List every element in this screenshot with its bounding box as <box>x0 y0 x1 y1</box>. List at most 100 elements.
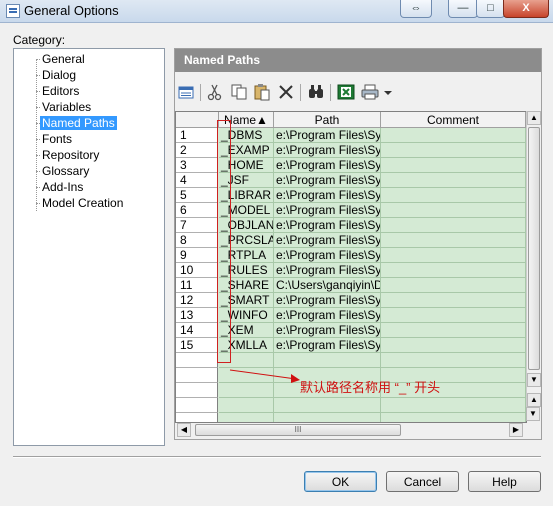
row-number[interactable] <box>176 353 218 368</box>
cell-name[interactable] <box>219 413 274 422</box>
row-number[interactable]: 9 <box>176 248 218 263</box>
row-number[interactable]: 6 <box>176 203 218 218</box>
row-number[interactable] <box>176 398 218 413</box>
row-number[interactable]: 11 <box>176 278 218 293</box>
cell-path[interactable]: e:\Program Files\Syb <box>274 218 381 233</box>
cell-comment[interactable] <box>381 278 526 293</box>
cell-comment[interactable] <box>381 173 526 188</box>
row-number[interactable]: 7 <box>176 218 218 233</box>
delete-icon[interactable] <box>277 83 295 101</box>
cell-path[interactable]: e:\Program Files\Syb <box>274 233 381 248</box>
cell-path[interactable]: e:\Program Files\Syb <box>274 308 381 323</box>
cancel-button[interactable]: Cancel <box>386 471 459 492</box>
scroll-down-button[interactable]: ▼ <box>527 373 541 387</box>
print-icon[interactable] <box>361 83 379 101</box>
cell-comment[interactable] <box>381 293 526 308</box>
category-item[interactable]: Dialog <box>36 68 78 83</box>
cut-icon[interactable] <box>206 83 224 101</box>
scroll-up-button[interactable]: ▲ <box>527 111 541 125</box>
paste-icon[interactable] <box>253 83 271 101</box>
cell-path[interactable]: e:\Program Files\Syb <box>274 143 381 158</box>
maximize-button[interactable]: □ <box>476 0 505 18</box>
excel-export-icon[interactable] <box>337 83 355 101</box>
category-item-label: Repository <box>42 148 100 162</box>
cell-path[interactable] <box>274 413 381 422</box>
row-number[interactable]: 14 <box>176 323 218 338</box>
cell-comment[interactable] <box>381 128 526 143</box>
category-item[interactable]: Named Paths <box>36 116 117 131</box>
scroll-left-button[interactable]: ◀ <box>177 423 191 437</box>
row-number[interactable]: 4 <box>176 173 218 188</box>
cell-comment[interactable] <box>381 263 526 278</box>
cell-comment[interactable] <box>381 203 526 218</box>
category-item[interactable]: Glossary <box>36 164 91 179</box>
row-number[interactable]: 2 <box>176 143 218 158</box>
category-item[interactable]: Model Creation <box>36 196 125 211</box>
cell-path[interactable]: C:\Users\ganqiyin\D <box>274 278 381 293</box>
category-item-label: Dialog <box>42 68 77 82</box>
cell-comment[interactable] <box>381 248 526 263</box>
category-item[interactable]: Repository <box>36 148 101 163</box>
toolbar-separator <box>200 84 201 101</box>
cell-path[interactable]: e:\Program Files\Syb <box>274 188 381 203</box>
cell-path[interactable]: e:\Program Files\Syb <box>274 128 381 143</box>
cell-name[interactable] <box>219 398 274 413</box>
cell-comment[interactable] <box>381 218 526 233</box>
row-number[interactable]: 12 <box>176 293 218 308</box>
cell-comment[interactable] <box>381 233 526 248</box>
cell-comment[interactable] <box>381 308 526 323</box>
horizontal-scroll-thumb[interactable]: III <box>195 424 401 436</box>
cell-path[interactable]: e:\Program Files\Syb <box>274 248 381 263</box>
cell-comment[interactable] <box>381 143 526 158</box>
cell-comment[interactable] <box>381 353 526 368</box>
cell-path[interactable]: e:\Program Files\Syb <box>274 158 381 173</box>
category-item[interactable]: Add-Ins <box>36 180 85 195</box>
category-item[interactable]: Editors <box>36 84 81 99</box>
row-number[interactable] <box>176 413 218 422</box>
cell-comment[interactable] <box>381 413 526 422</box>
copy-icon[interactable] <box>230 83 248 101</box>
vertical-scroll-thumb[interactable] <box>528 127 540 370</box>
cell-path[interactable] <box>274 398 381 413</box>
row-number[interactable]: 1 <box>176 128 218 143</box>
cell-comment[interactable] <box>381 188 526 203</box>
cell-path[interactable]: e:\Program Files\Syb <box>274 293 381 308</box>
minimize-button[interactable]: — <box>448 0 478 18</box>
cell-path[interactable]: e:\Program Files\Syb <box>274 323 381 338</box>
scroll-up-page-button[interactable]: ▲ <box>527 393 541 407</box>
row-number[interactable]: 3 <box>176 158 218 173</box>
resize-button[interactable]: ⇔ <box>400 0 432 18</box>
scroll-down-page-button[interactable]: ▼ <box>526 407 540 421</box>
category-item[interactable]: General <box>36 52 87 67</box>
scroll-right-button[interactable]: ▶ <box>509 423 523 437</box>
cell-path[interactable]: e:\Program Files\Syb <box>274 203 381 218</box>
cell-comment[interactable] <box>381 323 526 338</box>
row-number[interactable]: 10 <box>176 263 218 278</box>
find-icon[interactable] <box>307 83 325 101</box>
category-tree[interactable]: General Dialog Editors Variables Named Paths… <box>13 48 165 446</box>
dropdown-arrow-icon[interactable] <box>383 83 393 101</box>
ok-button[interactable]: OK <box>304 471 377 492</box>
category-item[interactable]: Fonts <box>36 132 74 147</box>
vertical-scrollbar[interactable]: ▲ ▼ ▲ <box>526 111 541 407</box>
row-number[interactable]: 13 <box>176 308 218 323</box>
row-number[interactable]: 5 <box>176 188 218 203</box>
row-number[interactable] <box>176 383 218 398</box>
properties-icon[interactable] <box>177 83 195 101</box>
column-header-path[interactable]: Path <box>274 112 381 128</box>
cell-comment[interactable] <box>381 158 526 173</box>
cell-path[interactable]: e:\Program Files\Syb <box>274 263 381 278</box>
close-button[interactable]: X <box>503 0 549 18</box>
row-header-corner <box>176 112 219 128</box>
help-button[interactable]: Help <box>468 471 541 492</box>
row-number[interactable] <box>176 368 218 383</box>
cell-path[interactable]: e:\Program Files\Syb <box>274 173 381 188</box>
row-number[interactable]: 8 <box>176 233 218 248</box>
cell-comment[interactable] <box>381 398 526 413</box>
column-header-comment[interactable]: Comment <box>381 112 526 128</box>
row-number[interactable]: 15 <box>176 338 218 353</box>
cell-comment[interactable] <box>381 338 526 353</box>
category-item[interactable]: Variables <box>36 100 93 115</box>
cell-path[interactable]: e:\Program Files\Syb <box>274 338 381 353</box>
horizontal-scrollbar[interactable]: ◀ III ▶ <box>175 423 525 437</box>
